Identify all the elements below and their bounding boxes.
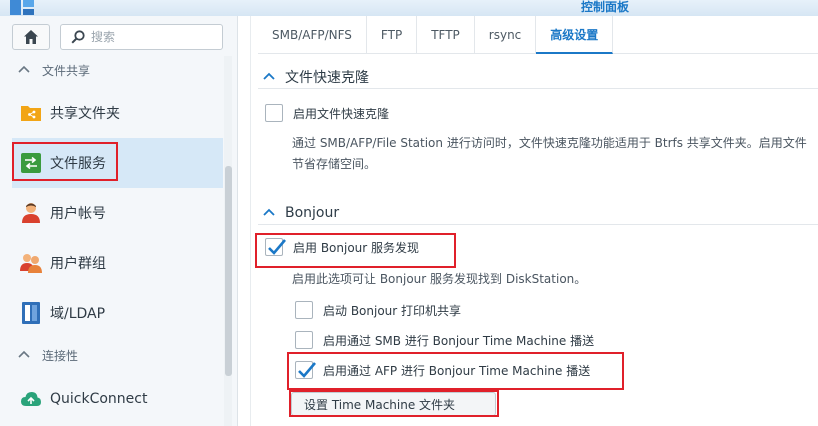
main-panel: SMB/AFP/NFS FTP TFTP rsync 高级设置 文件快速克隆 启…: [238, 16, 818, 426]
bonjour-discovery-checkbox[interactable]: [265, 238, 286, 256]
option-label: 启用通过 AFP 进行 Bonjour Time Machine 播送: [323, 363, 591, 378]
sidebar-item-user-account[interactable]: 用户帐号: [12, 188, 223, 238]
shared-folder-icon: [20, 102, 42, 124]
home-button[interactable]: [12, 24, 50, 50]
smb-time-machine-option[interactable]: 启用通过 SMB 进行 Bonjour Time Machine 播送: [295, 330, 594, 350]
group-label: 连接性: [42, 348, 79, 363]
set-time-machine-folder-button[interactable]: 设置 Time Machine 文件夹: [291, 392, 496, 416]
fast-clone-description-line-2: 节省存储空间。: [292, 157, 377, 171]
smb-time-machine-checkbox[interactable]: [295, 331, 313, 349]
chevron-up-icon: [263, 208, 275, 216]
tab-bar: SMB/AFP/NFS FTP TFTP rsync 高级设置: [258, 16, 818, 54]
search-box[interactable]: [60, 24, 223, 50]
section-title: Bonjour: [285, 205, 340, 221]
tab-tftp[interactable]: TFTP: [417, 16, 475, 54]
option-label: 启动 Bonjour 打印机共享: [323, 303, 462, 318]
section-title: 文件快速克隆: [285, 70, 369, 86]
section-header-fast-clone[interactable]: 文件快速克隆: [263, 67, 369, 87]
chevron-up-icon: [18, 65, 30, 73]
bonjour-printer-checkbox[interactable]: [295, 301, 313, 319]
tab-advanced-settings[interactable]: 高级设置: [536, 16, 614, 54]
sidebar-item-quickconnect[interactable]: QuickConnect: [12, 374, 223, 424]
checkmark-icon: [268, 239, 286, 255]
option-label: 启用 Bonjour 服务发现: [293, 240, 420, 255]
bonjour-discovery-option[interactable]: 启用 Bonjour 服务发现: [265, 237, 419, 257]
title-bar: 控制面板: [0, 0, 818, 16]
fast-clone-checkbox[interactable]: [265, 104, 283, 122]
search-icon: [71, 30, 85, 44]
quickconnect-icon: [20, 388, 42, 410]
chevron-up-icon: [18, 350, 30, 358]
group-connectivity[interactable]: 连接性: [0, 343, 224, 367]
control-panel-app-icon: [10, 0, 34, 15]
user-icon: [20, 202, 42, 224]
group-file-sharing[interactable]: 文件共享: [0, 58, 224, 82]
sidebar: 文件共享 共享文件夹 文件服务: [0, 16, 238, 426]
window-title: 控制面板: [580, 0, 629, 14]
sidebar-item-label: 用户群组: [50, 256, 106, 272]
sidebar-item-label: 共享文件夹: [50, 106, 120, 122]
sidebar-scrollbar-thumb[interactable]: [225, 166, 232, 376]
fast-clone-description-line-1: 通过 SMB/AFP/File Station 进行访问时，文件快速克隆功能适用…: [292, 136, 807, 150]
group-label: 文件共享: [42, 63, 91, 78]
sidebar-item-user-group[interactable]: 用户群组: [12, 238, 223, 288]
tab-rsync[interactable]: rsync: [475, 16, 537, 54]
file-services-icon: [20, 152, 42, 174]
tab-smb-afp-nfs[interactable]: SMB/AFP/NFS: [258, 16, 367, 54]
fast-clone-option[interactable]: 启用文件快速克隆: [265, 103, 389, 123]
sidebar-item-label: QuickConnect: [50, 391, 148, 407]
option-label: 启用文件快速克隆: [293, 106, 390, 121]
sidebar-item-shared-folder[interactable]: 共享文件夹: [12, 88, 223, 138]
option-label: 启用通过 SMB 进行 Bonjour Time Machine 播送: [323, 333, 595, 348]
tab-ftp[interactable]: FTP: [367, 16, 418, 54]
home-icon: [24, 30, 38, 44]
sidebar-item-file-services[interactable]: 文件服务: [12, 138, 223, 188]
sidebar-item-domain-ldap[interactable]: 域/LDAP: [12, 288, 223, 338]
chevron-up-icon: [263, 72, 275, 80]
sidebar-item-label: 域/LDAP: [50, 306, 106, 322]
afp-time-machine-checkbox[interactable]: [295, 361, 316, 379]
sidebar-item-label: 用户帐号: [50, 206, 106, 222]
domain-ldap-icon: [20, 302, 42, 324]
search-input[interactable]: [91, 30, 211, 44]
section-header-bonjour[interactable]: Bonjour: [263, 203, 339, 223]
checkmark-icon: [298, 362, 316, 378]
sidebar-item-label: 文件服务: [50, 156, 106, 172]
afp-time-machine-option[interactable]: 启用通过 AFP 进行 Bonjour Time Machine 播送: [295, 360, 590, 380]
user-group-icon: [20, 252, 42, 274]
bonjour-description: 启用此选项可让 Bonjour 服务发现找到 DiskStation。: [292, 272, 587, 286]
bonjour-printer-option[interactable]: 启动 Bonjour 打印机共享: [295, 300, 461, 320]
